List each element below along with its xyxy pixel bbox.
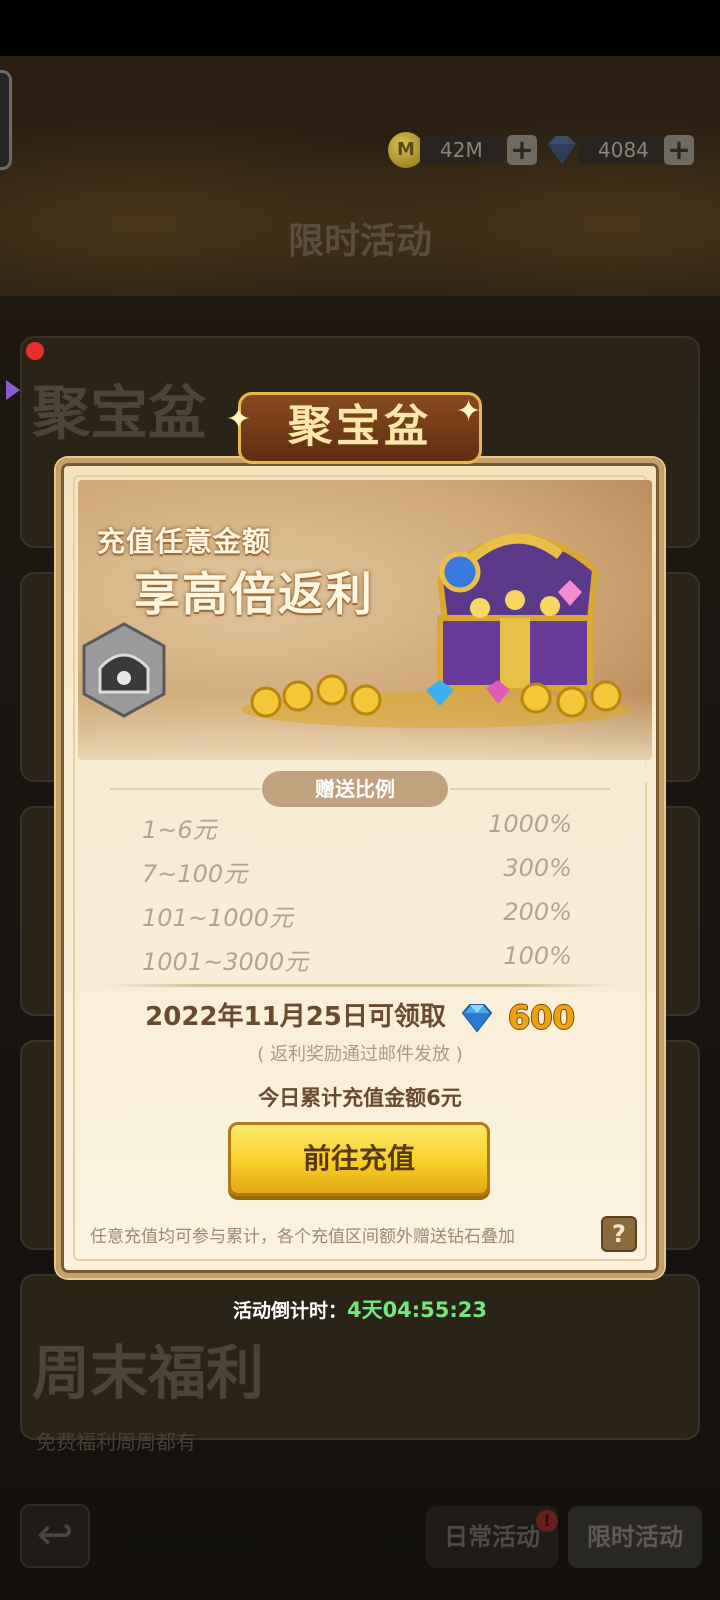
gem-amount: 4084 [578, 136, 665, 164]
sparkle-icon: ✦ [226, 402, 252, 437]
tab-notification-badge: ! [536, 1510, 558, 1532]
ratio-row: 1~6元 1000% [142, 810, 572, 850]
page-title: 限时活动 [287, 221, 432, 262]
notification-dot [26, 342, 44, 360]
bg-card-subtitle-weekend: 免费福利周周都有 [36, 1430, 196, 1454]
mail-note: ( 返利奖励通过邮件发放 ) [257, 1044, 463, 1065]
countdown-time: 4天04:55:23 [346, 1298, 488, 1322]
ratio-percent: 200% [503, 898, 572, 926]
side-arrow-icon[interactable] [6, 380, 20, 400]
activity-countdown: 活动倒计时：4天04:55:23 [0, 1294, 720, 1324]
ratio-range: 1001~3000元 [142, 948, 309, 976]
bg-card-title: 聚宝盆 [32, 379, 207, 447]
coin-counter: M 42M [388, 132, 504, 168]
popup-title: 聚宝盆 [238, 392, 482, 464]
today-recharge-total: 今日累计充值金额6元 [258, 1086, 462, 1110]
add-gems-button[interactable]: + [664, 135, 694, 165]
ratio-divider-left [110, 788, 260, 790]
ratio-header: 赠送比例 [262, 771, 448, 807]
diamond-icon [461, 1003, 493, 1033]
coin-amount: 42M [420, 136, 504, 164]
ratio-row: 101~1000元 200% [142, 898, 572, 938]
go-recharge-button[interactable]: 前往充值 [228, 1122, 490, 1196]
ratio-range: 7~100元 [142, 860, 248, 888]
coin-icon: M [388, 132, 424, 168]
status-bar [0, 0, 720, 56]
back-arrow-button[interactable]: ↩ [20, 1504, 90, 1568]
tab-limited-activities[interactable]: 限时活动 [568, 1506, 702, 1568]
side-back-tab[interactable] [0, 70, 12, 170]
ratio-range: 1~6元 [142, 816, 217, 844]
help-button[interactable]: ? [601, 1216, 637, 1252]
locked-chest-badge-icon [82, 622, 166, 718]
ratio-percent: 300% [503, 854, 572, 882]
ratio-divider-right [450, 788, 610, 790]
coin-pile-icon [241, 674, 631, 728]
ratio-row: 1001~3000元 100% [142, 942, 572, 982]
bg-card-title-weekend: 周末福利 [32, 1339, 265, 1407]
claim-date-text: 2022年11月25日可领取 [145, 1002, 446, 1032]
ratio-percent: 100% [503, 942, 572, 970]
section-divider [100, 984, 620, 987]
slogan-line1: 充值任意金额 [97, 525, 272, 558]
ratio-row: 7~100元 300% [142, 854, 572, 894]
diamond-icon [548, 136, 576, 164]
ratio-range: 101~1000元 [142, 904, 293, 932]
sparkle-icon: ✦ [456, 394, 482, 429]
ratio-percent: 1000% [488, 810, 572, 838]
claim-amount: 600 [508, 998, 575, 1037]
countdown-label: 活动倒计时： [232, 1300, 347, 1322]
gem-counter: 4084 [542, 132, 665, 168]
add-coins-button[interactable]: + [507, 135, 537, 165]
footnote: 任意充值均可参与累计，各个充值区间额外赠送钻石叠加 [90, 1227, 515, 1247]
claim-info: 2022年11月25日可领取 600 [0, 996, 720, 1037]
slogan-line2: 享高倍返利 [134, 567, 374, 621]
